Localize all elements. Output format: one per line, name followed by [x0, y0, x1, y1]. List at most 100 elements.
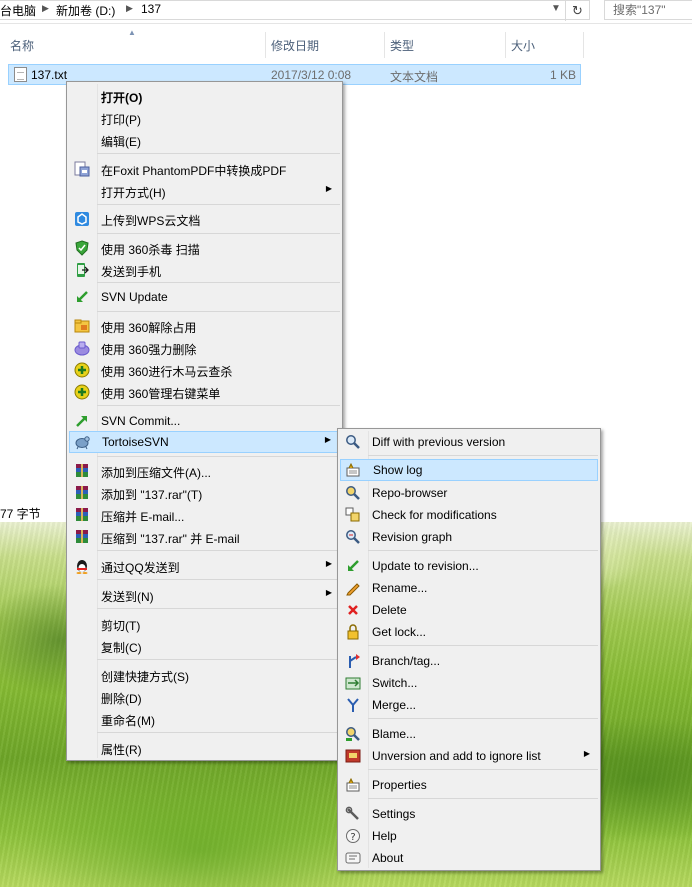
show-log-icon	[345, 462, 361, 478]
breadcrumb-separator-icon[interactable]: ▶	[126, 3, 133, 14]
menu-item-send-to-phone[interactable]: 发送到手机	[69, 259, 340, 281]
menu-item-properties[interactable]: 属性(R)	[69, 737, 340, 759]
svn-item-repo-browser[interactable]: Repo-browser	[340, 482, 598, 504]
svn-item-settings[interactable]: Settings	[340, 803, 598, 825]
menu-separator	[368, 645, 598, 646]
submenu-arrow-icon: ▶	[325, 184, 332, 193]
svn-item-delete[interactable]: Delete	[340, 599, 598, 621]
help-icon: ?	[345, 828, 361, 844]
svn-item-help[interactable]: ? Help	[340, 825, 598, 847]
menu-item-360-manage-context-menu[interactable]: 使用 360管理右键菜单	[69, 381, 340, 403]
svn-item-properties[interactable]: Properties	[340, 774, 598, 796]
breadcrumb-separator-icon[interactable]: ▶	[42, 3, 49, 14]
file-context-menu: 打开(O) 打印(P) 编辑(E) 在Foxit PhantomPDF中转换成P…	[66, 81, 343, 761]
address-bar-area: 台电脑 ▶ 新加卷 (D:) ▶ 137 ▼ ↻	[0, 0, 692, 24]
menu-item-label: 属性(R)	[101, 743, 142, 757]
menu-item-label: Blame...	[372, 727, 417, 741]
svn-item-switch[interactable]: Switch...	[340, 672, 598, 694]
menu-item-label: 打印(P)	[101, 113, 141, 127]
repo-browser-icon	[345, 485, 361, 501]
menu-separator	[97, 233, 340, 234]
svn-item-rename[interactable]: Rename...	[340, 577, 598, 599]
menu-item-send-to[interactable]: 发送到(N) ▶	[69, 584, 340, 606]
address-history-dropdown-icon[interactable]: ▼	[551, 3, 561, 14]
menu-item-label: 创建快捷方式(S)	[101, 670, 189, 684]
svn-item-blame[interactable]: Blame...	[340, 723, 598, 745]
menu-item-copy[interactable]: 复制(C)	[69, 635, 340, 657]
svn-item-merge[interactable]: Merge...	[340, 694, 598, 716]
svn-item-unversion-ignore[interactable]: Unversion and add to ignore list ▶	[340, 745, 598, 767]
menu-item-create-shortcut[interactable]: 创建快捷方式(S)	[69, 664, 340, 686]
winrar-archive-icon	[74, 529, 90, 545]
menu-item-send-via-qq[interactable]: 通过QQ发送到 ▶	[69, 555, 340, 577]
menu-item-label: 压缩并 E-mail...	[101, 510, 185, 524]
address-bar[interactable]: 台电脑 ▶ 新加卷 (D:) ▶ 137 ▼ ↻	[0, 0, 590, 21]
menu-item-compress-to-137-rar-and-email[interactable]: 压缩到 "137.rar" 并 E-mail	[69, 526, 340, 548]
menu-item-360-force-delete[interactable]: 使用 360强力删除	[69, 337, 340, 359]
winrar-archive-icon	[74, 485, 90, 501]
submenu-arrow-icon: ▶	[325, 588, 332, 597]
submenu-arrow-icon: ▶	[583, 749, 590, 758]
submenu-arrow-icon: ▶	[325, 559, 332, 568]
winrar-archive-icon	[74, 507, 90, 523]
properties-icon	[345, 777, 361, 793]
column-header-modified[interactable]: 修改日期	[271, 37, 319, 57]
menu-item-360-unlock[interactable]: 使用 360解除占用	[69, 315, 340, 337]
wps-cloud-icon	[74, 211, 90, 227]
menu-item-print[interactable]: 打印(P)	[69, 107, 340, 129]
menu-item-cut[interactable]: 剪切(T)	[69, 613, 340, 635]
delete-x-icon	[345, 602, 361, 618]
text-file-icon	[14, 67, 27, 82]
breadcrumb-this-pc[interactable]: 台电脑	[0, 2, 36, 19]
svn-item-update-to-revision[interactable]: Update to revision...	[340, 555, 598, 577]
breadcrumb-folder-137[interactable]: 137	[141, 2, 161, 16]
menu-item-edit[interactable]: 编辑(E)	[69, 129, 340, 151]
menu-item-label: Settings	[372, 807, 416, 821]
svn-item-get-lock[interactable]: Get lock...	[340, 621, 598, 643]
menu-item-rename[interactable]: 重命名(M)	[69, 708, 340, 730]
branch-tag-icon	[345, 653, 361, 669]
svn-item-branch-tag[interactable]: Branch/tag...	[340, 650, 598, 672]
menu-item-tortoisesvn[interactable]: TortoiseSVN ▶	[69, 431, 340, 453]
svn-item-about[interactable]: About	[340, 847, 598, 869]
menu-item-add-to-137-rar[interactable]: 添加到 "137.rar"(T)	[69, 482, 340, 504]
about-icon	[345, 850, 361, 866]
menu-separator	[97, 579, 340, 580]
menu-item-compress-and-email[interactable]: 压缩并 E-mail...	[69, 504, 340, 526]
svn-item-check-modifications[interactable]: Check for modifications	[340, 504, 598, 526]
svn-item-revision-graph[interactable]: Revision graph	[340, 526, 598, 548]
menu-item-360-trojan-cloud-scan[interactable]: 使用 360进行木马云查杀	[69, 359, 340, 381]
search-input[interactable]	[605, 1, 692, 19]
360-unlock-icon	[74, 318, 90, 334]
column-header-name[interactable]: 名称	[10, 37, 34, 57]
menu-item-label: 删除(D)	[101, 692, 142, 706]
menu-item-foxit-convert-pdf[interactable]: 在Foxit PhantomPDF中转换成PDF	[69, 158, 340, 180]
menu-item-open[interactable]: 打开(O)	[69, 85, 340, 107]
menu-item-delete[interactable]: 删除(D)	[69, 686, 340, 708]
menu-item-wps-cloud-upload[interactable]: 上传到WPS云文档	[69, 208, 340, 230]
menu-item-open-with[interactable]: 打开方式(H) ▶	[69, 180, 340, 202]
qq-penguin-icon	[74, 558, 90, 574]
menu-item-add-to-archive[interactable]: 添加到压缩文件(A)...	[69, 460, 340, 482]
column-header-size[interactable]: 大小	[511, 37, 535, 57]
column-divider[interactable]	[384, 32, 385, 58]
refresh-icon[interactable]: ↻	[565, 1, 589, 21]
breadcrumb-drive-d[interactable]: 新加卷 (D:)	[56, 2, 115, 19]
menu-item-label: 通过QQ发送到	[101, 561, 180, 575]
sort-ascending-icon: ▲	[128, 28, 136, 37]
column-divider[interactable]	[265, 32, 266, 58]
column-divider[interactable]	[583, 32, 584, 58]
column-header-type[interactable]: 类型	[390, 37, 414, 57]
svn-item-diff-previous[interactable]: Diff with previous version	[340, 431, 598, 453]
search-box[interactable]	[604, 0, 692, 20]
file-type: 文本文档	[390, 70, 439, 84]
lock-icon	[345, 624, 361, 640]
menu-item-label: 压缩到 "137.rar" 并 E-mail	[101, 532, 240, 546]
submenu-arrow-icon: ▶	[324, 435, 331, 444]
column-divider[interactable]	[505, 32, 506, 58]
menu-item-svn-update[interactable]: SVN Update	[69, 286, 340, 308]
menu-item-svn-commit[interactable]: SVN Commit...	[69, 410, 340, 432]
menu-item-label: 使用 360强力删除	[101, 343, 197, 357]
svn-item-show-log[interactable]: Show log	[340, 459, 598, 481]
menu-item-360-antivirus-scan[interactable]: 使用 360杀毒 扫描	[69, 237, 340, 259]
